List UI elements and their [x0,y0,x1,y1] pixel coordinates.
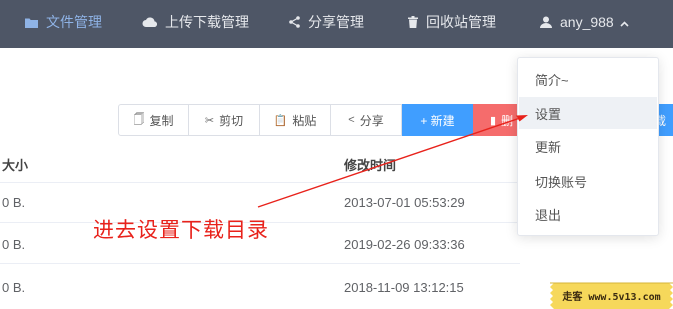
nav-item-label: 回收站管理 [426,14,496,30]
file-manager-page: 文件管理 上传下载管理 分享管理 回收站管理 any_988 🗍 复制 ✂ 剪切… [0,0,673,309]
cut-label: 剪切 [219,113,244,128]
menu-item-about[interactable]: 简介~ [519,63,657,95]
new-button[interactable]: + 新建 [402,104,473,136]
menu-item-update[interactable]: 更新 [519,130,657,162]
delete-button[interactable]: ▮ 删 [473,104,519,136]
menu-item-logout[interactable]: 退出 [519,198,657,230]
share-icon [289,16,300,28]
nav-item-file-manager[interactable]: 文件管理 [25,0,102,44]
trash-icon [408,16,418,28]
nav-item-transfer-manager[interactable]: 上传下载管理 [142,0,249,44]
table-divider [0,182,520,183]
copy-icon: 🗍 [133,113,145,126]
annotation-text: 进去设置下载目录 [93,218,269,242]
share-icon: < [348,114,355,126]
user-menu-toggle[interactable]: any_988 [540,0,629,44]
new-label: + 新建 [420,113,455,128]
menu-item-settings[interactable]: 设置 [519,97,657,129]
cloud-icon [142,17,157,27]
copy-button[interactable]: 🗍 复制 [118,104,189,136]
menu-item-switch-account[interactable]: 切换账号 [519,165,657,197]
table-cell-modified: 2013-07-01 05:53:29 [344,195,465,210]
cut-button[interactable]: ✂ 剪切 [189,104,260,136]
table-cell-modified: 2019-02-26 09:33:36 [344,237,465,252]
table-cell-modified: 2018-11-09 13:12:15 [344,280,464,295]
delete-label: 删 [501,113,514,128]
table-cell-size: 0 B. [2,195,26,210]
user-icon [540,16,552,28]
nav-item-share-manager[interactable]: 分享管理 [289,0,364,44]
nav-item-label: 文件管理 [46,14,102,30]
folder-icon [25,17,38,28]
paste-label: 粘贴 [292,113,317,128]
copy-label: 复制 [149,113,174,128]
nav-item-label: 分享管理 [308,14,364,30]
paste-button[interactable]: 📋 粘贴 [260,104,331,136]
nav-item-label: 上传下载管理 [165,14,249,30]
trash-icon: ▮ [490,114,497,127]
scissors-icon: ✂ [204,114,215,127]
chevron-up-icon [620,14,629,30]
file-toolbar: 🗍 复制 ✂ 剪切 📋 粘贴 < 分享 + 新建 ▮ 删 [118,104,519,136]
share-label: 分享 [359,113,384,128]
table-cell-size: 0 B. [2,237,26,252]
nav-item-recycle-bin[interactable]: 回收站管理 [408,0,496,44]
watermark-logo: 走客 www.5v13.com [550,281,673,309]
top-nav: 文件管理 上传下载管理 分享管理 回收站管理 any_988 [0,0,673,48]
column-header-size[interactable]: 大小 [2,155,28,174]
share-button[interactable]: < 分享 [331,104,402,136]
user-dropdown-menu: 简介~ 设置 更新 切换账号 退出 [517,57,659,236]
watermark-text: 走客 www.5v13.com [562,292,661,303]
table-cell-size: 0 B. [2,280,26,295]
column-header-modified[interactable]: 修改时间 [344,155,396,174]
table-divider [0,263,520,264]
clipboard-icon: 📋 [273,114,288,127]
username: any_988 [560,14,614,30]
